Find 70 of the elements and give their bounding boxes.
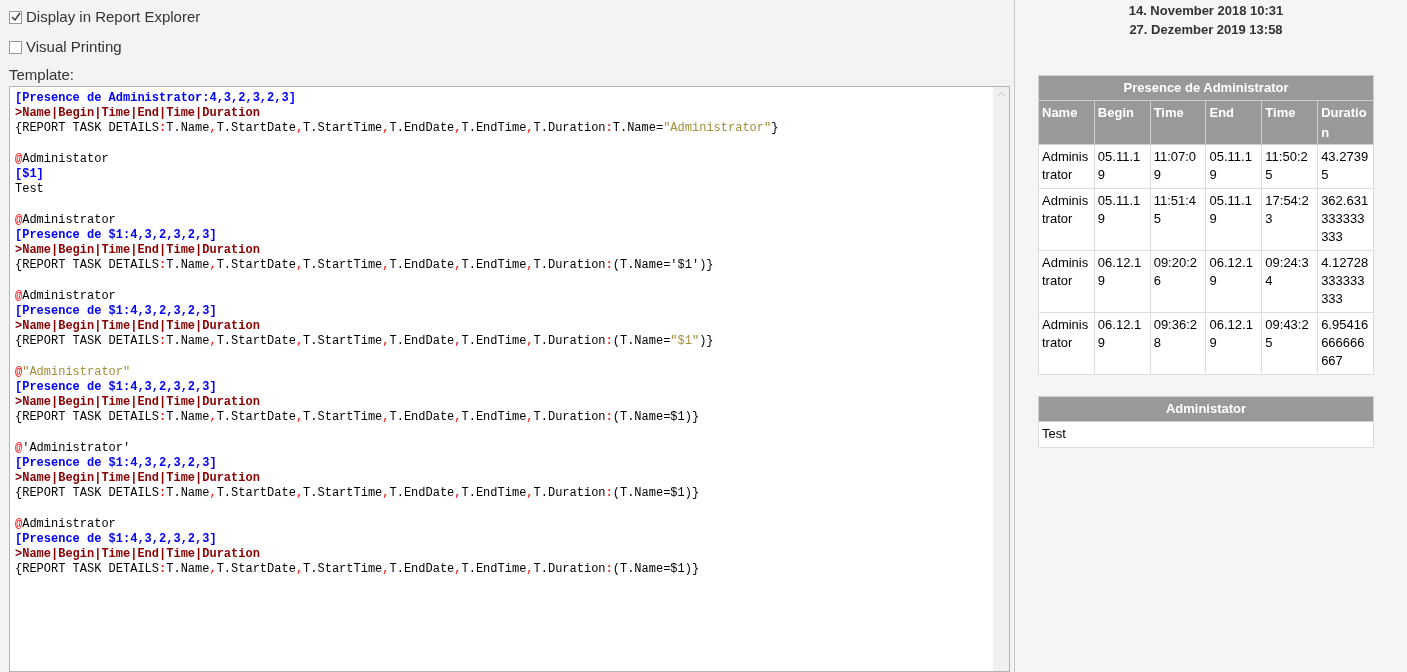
- table-cell: Administrator: [1038, 312, 1095, 375]
- code-line: {REPORT TASK DETAILS:T.Name,T.StartDate,T.StartTime,T.EndDate,T.EndTime,T.Duration:(T.Name=$1)}: [15, 486, 700, 502]
- table-cell: 05.11.19: [1206, 144, 1262, 189]
- code-line: >Name|Begin|Time|End|Time|Duration: [15, 395, 260, 411]
- code-line: Test: [15, 182, 44, 198]
- code-line: [Presence de $1:4,3,2,3,2,3]: [15, 531, 217, 547]
- checkbox[interactable]: [9, 10, 22, 24]
- table-cell: 05.11.19: [1094, 188, 1151, 251]
- column-header: Name: [1038, 100, 1095, 145]
- code-line: [$1]: [15, 167, 44, 183]
- code-line: {REPORT TASK DETAILS:T.Name,T.StartDate,T.StartTime,T.EndDate,T.EndTime,T.Duration:T.Name="Administrator"}: [15, 121, 779, 137]
- table-cell: Administrator: [1038, 144, 1095, 189]
- code-line: [Presence de $1:4,3,2,3,2,3]: [15, 227, 217, 243]
- code-line: >Name|Begin|Time|End|Time|Duration: [15, 471, 260, 487]
- table-cell: 11:51:45: [1150, 188, 1206, 251]
- table-cell: 4.12728333333333: [1317, 250, 1374, 313]
- date-text: 27. Dezember 2019 13:58: [1129, 21, 1283, 39]
- code-line: [Presence de $1:4,3,2,3,2,3]: [15, 303, 217, 319]
- table-cell: Test: [1038, 421, 1374, 448]
- code-line: {REPORT TASK DETAILS:T.Name,T.StartDate,T.StartTime,T.EndDate,T.EndTime,T.Duration:(T.Name="$1")}: [15, 334, 714, 350]
- table-cell: 06.12.19: [1206, 312, 1262, 375]
- code-line: >Name|Begin|Time|End|Time|Duration: [15, 106, 260, 122]
- table-cell: 17:54:23: [1261, 188, 1318, 251]
- checkbox[interactable]: [9, 40, 22, 54]
- code-line: @Administrator: [15, 212, 116, 228]
- code-line: @'Administrator': [15, 440, 131, 456]
- table-cell: Administrator: [1038, 250, 1095, 313]
- code-line: {REPORT TASK DETAILS:T.Name,T.StartDate,T.StartTime,T.EndDate,T.EndTime,T.Duration:(T.Name='$1')}: [15, 258, 714, 274]
- table-cell: 362.631333333333: [1317, 188, 1374, 251]
- table-cell: 09:24:34: [1261, 250, 1318, 313]
- table-title: Presence de Administrator: [1038, 75, 1374, 101]
- table-cell: 11:50:25: [1261, 144, 1318, 189]
- code-line: @"Administrator": [15, 364, 131, 380]
- table-cell: 06.12.19: [1094, 312, 1151, 375]
- table-cell: 09:20:26: [1150, 250, 1206, 313]
- code-line: [Presence de Administrator:4,3,2,3,2,3]: [15, 91, 296, 107]
- checkbox-label: Display in Report Explorer: [26, 6, 201, 27]
- table-cell: 09:36:28: [1150, 312, 1206, 375]
- table-cell: 05.11.19: [1206, 188, 1262, 251]
- code-line: >Name|Begin|Time|End|Time|Duration: [15, 547, 260, 563]
- template-editor[interactable]: [9, 86, 1010, 672]
- column-header: Time: [1261, 100, 1318, 145]
- code-line: {REPORT TASK DETAILS:T.Name,T.StartDate,T.StartTime,T.EndDate,T.EndTime,T.Duration:(T.Name=$1)}: [15, 410, 700, 426]
- code-line: @Administrator: [15, 288, 116, 304]
- table-title: Administator: [1038, 396, 1374, 422]
- code-line: @Administrator: [15, 516, 116, 532]
- table-cell: 05.11.19: [1094, 144, 1151, 189]
- code-line: [Presence de $1:4,3,2,3,2,3]: [15, 379, 217, 395]
- chevron-up-icon[interactable]: [996, 91, 1006, 97]
- code-line: >Name|Begin|Time|End|Time|Duration: [15, 243, 260, 259]
- table-cell: 06.12.19: [1206, 250, 1262, 313]
- checkbox-label: Visual Printing: [26, 36, 122, 57]
- scrollbar[interactable]: [993, 87, 1009, 671]
- code-line: @Administator: [15, 151, 109, 167]
- code-line: {REPORT TASK DETAILS:T.Name,T.StartDate,T.StartTime,T.EndDate,T.EndTime,T.Duration:(T.Name=$1)}: [15, 562, 700, 578]
- column-header: Duration: [1317, 100, 1374, 145]
- code-line: >Name|Begin|Time|End|Time|Duration: [15, 319, 260, 335]
- table-cell: Administrator: [1038, 188, 1095, 251]
- checkmark-icon: [10, 12, 21, 22]
- code-line: [Presence de $1:4,3,2,3,2,3]: [15, 455, 217, 471]
- template-label: Template:: [9, 65, 76, 85]
- table-cell: 06.12.19: [1094, 250, 1151, 313]
- column-header: End: [1206, 100, 1262, 145]
- table-cell: 09:43:25: [1261, 312, 1318, 375]
- table-cell: 43.27395: [1317, 144, 1374, 189]
- table-cell: 6.95416666666667: [1317, 312, 1374, 375]
- table-cell: 11:07:09: [1150, 144, 1206, 189]
- date-text: 14. November 2018 10:31: [1128, 2, 1284, 20]
- column-header: Time: [1150, 100, 1206, 145]
- column-header: Begin: [1094, 100, 1151, 145]
